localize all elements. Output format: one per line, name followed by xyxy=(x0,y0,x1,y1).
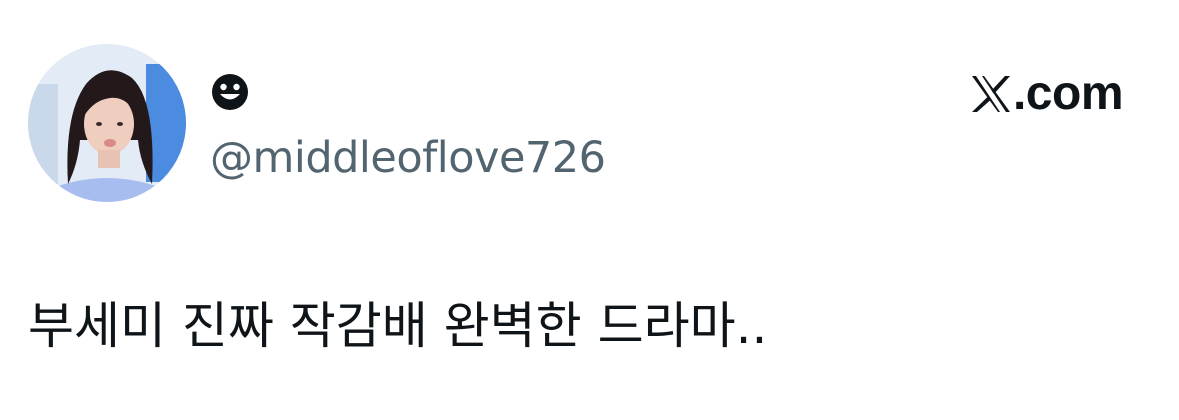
user-handle[interactable]: @middleoflove726 xyxy=(210,128,606,188)
avatar-photo xyxy=(28,44,186,202)
brand-domain: .com xyxy=(1012,67,1124,120)
display-name[interactable]: ☻ xyxy=(210,72,250,112)
avatar[interactable] xyxy=(28,44,186,202)
brand-logo: 𝕏 .com xyxy=(970,66,1124,122)
smiling-face-icon xyxy=(212,74,248,110)
tweet-text: 부세미 진짜 작감배 완벽한 드라마.. xyxy=(28,297,768,355)
x-logo-icon xyxy=(971,76,1010,112)
